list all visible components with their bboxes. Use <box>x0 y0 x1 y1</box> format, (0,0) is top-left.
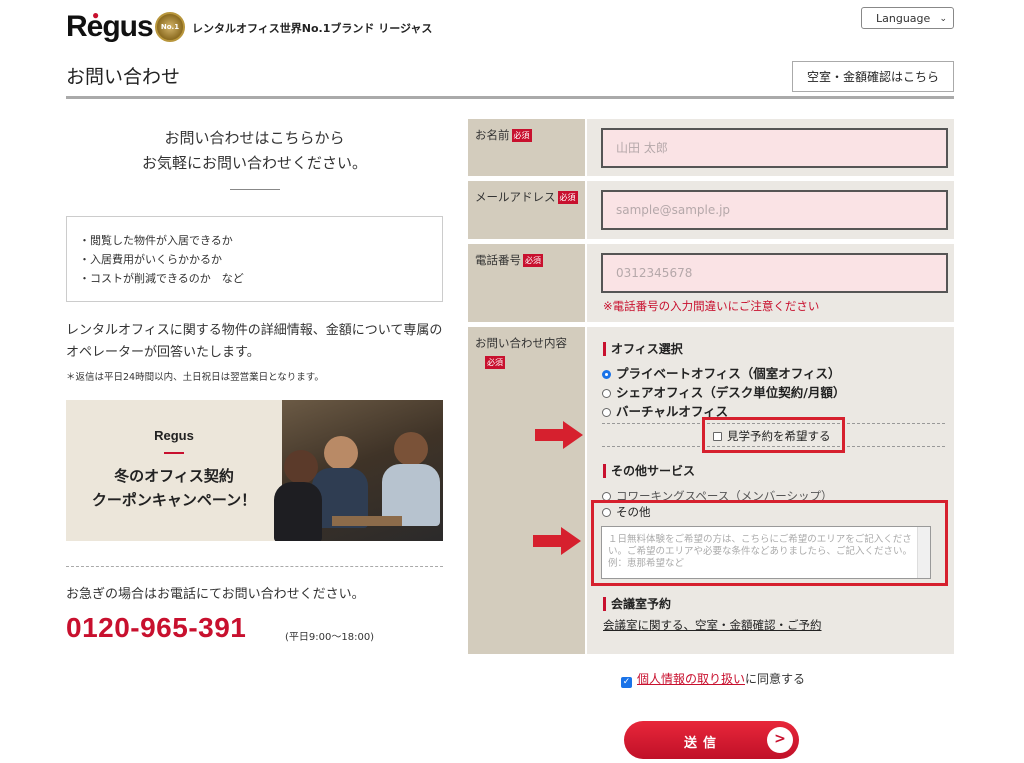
inquiry-field-cell: オフィス選択 プライベートオフィス（個室オフィス） シェアオフィス（デスク単位契… <box>587 327 954 654</box>
email-field-cell: sample@sample.jp <box>587 181 954 239</box>
banner-copy: 冬のオフィス契約 クーポンキャンペーン！ <box>66 464 282 512</box>
submit-label: 送信 <box>684 736 723 751</box>
meeting-section-title: 会議室予約 <box>603 597 671 611</box>
annotation-arrow-icon <box>535 421 583 449</box>
banner-accent-bar <box>164 452 184 454</box>
reply-note: ＊返信は平日24時間以内、土日祝日は翌営業日となります。 <box>66 372 324 383</box>
privacy-policy-link[interactable]: 個人情報の取り扱い <box>637 672 745 686</box>
tel-hint: ※電話番号の入力間違いにご注意ください <box>603 299 820 313</box>
list-item: ・入居費用がいくらかかるか <box>79 253 222 266</box>
radio-icon <box>602 408 611 417</box>
logo-dot-icon: ● <box>92 8 99 22</box>
email-input[interactable]: sample@sample.jp <box>601 190 948 230</box>
banner-photo <box>274 400 443 541</box>
radio-selected-icon <box>602 370 611 379</box>
chevron-down-icon: ⌄ <box>939 14 947 24</box>
tel-label-cell: 電話番号 必須 <box>468 244 585 322</box>
radio-label: シェアオフィス（デスク単位契約/月額） <box>616 385 846 400</box>
chevron-right-icon: > <box>767 727 793 753</box>
email-label: メールアドレス <box>475 190 556 204</box>
meeting-room-link[interactable]: 会議室に関する、空室・金額確認・ご予約 <box>603 617 822 633</box>
no1-medal-icon: No.1 <box>155 12 185 42</box>
required-badge: 必須 <box>523 254 543 267</box>
phone-hours: (平日9:00～18:00) <box>285 632 375 643</box>
intro-text: お問い合わせはこちらから お気軽にお問い合わせください。 <box>66 126 443 176</box>
brand-tagline: レンタルオフィス世界No.1ブランド リージャス <box>192 22 433 35</box>
page-title: お問い合わせ <box>66 66 181 88</box>
banner-line: 冬のオフィス契約 <box>114 467 234 485</box>
checkbox-checked-icon[interactable]: ✓ <box>621 677 632 688</box>
privacy-consent[interactable]: ✓ 個人情報の取り扱いに同意する <box>621 670 805 688</box>
list-item: ・コストが削減できるのか など <box>79 272 244 285</box>
language-label: Language <box>876 12 931 25</box>
campaign-banner[interactable]: Regus 冬のオフィス契約 クーポンキャンペーン！ <box>66 400 443 541</box>
email-label-cell: メールアドレス 必須 <box>468 181 585 239</box>
person-icon <box>394 432 428 466</box>
consent-suffix: に同意する <box>745 672 806 686</box>
title-divider <box>66 96 954 99</box>
table-shape <box>332 516 402 526</box>
radio-label: プライベートオフィス（個室オフィス） <box>616 366 841 381</box>
list-item: ・閲覧した物件が入居できるか <box>79 234 233 247</box>
regus-logo[interactable]: Regus ● <box>66 8 154 44</box>
name-field-cell: 山田 太郎 <box>587 119 954 176</box>
intro-line: お問い合わせはこちらから <box>164 129 345 147</box>
banner-text-panel: Regus 冬のオフィス契約 クーポンキャンペーン！ <box>66 400 282 541</box>
office-section-title: オフィス選択 <box>603 342 683 356</box>
phone-number-link[interactable]: 0120-965-391 <box>66 612 246 644</box>
banner-logo: Regus <box>154 428 194 443</box>
name-label-cell: お名前 必須 <box>468 119 585 176</box>
submit-button[interactable]: 送信 > <box>624 721 799 759</box>
inquiry-examples-box: ・閲覧した物件が入居できるか ・入居費用がいくらかかるか ・コストが削減できるの… <box>66 216 443 302</box>
tel-input[interactable]: 0312345678 <box>601 253 948 293</box>
person-icon <box>274 482 322 541</box>
required-badge: 必須 <box>557 191 578 204</box>
required-badge: 必須 <box>511 129 532 142</box>
vacancy-check-button[interactable]: 空室・金額確認はこちら <box>792 61 954 92</box>
person-icon <box>284 450 318 484</box>
annotation-arrow-icon <box>533 527 581 555</box>
inquiry-label-cell: お問い合わせ内容 必須 <box>468 327 585 654</box>
intro-line: お気軽にお問い合わせください。 <box>141 154 367 172</box>
inquiry-label: お問い合わせ内容 <box>475 336 567 350</box>
required-badge: 必須 <box>485 356 505 369</box>
name-label: お名前 <box>475 128 510 142</box>
other-section-title: その他サービス <box>603 464 695 478</box>
annotation-highlight-box <box>702 417 845 453</box>
tel-field-cell: 0312345678 ※電話番号の入力間違いにご注意ください <box>587 244 954 322</box>
person-icon <box>324 436 358 470</box>
radio-private-office[interactable]: プライベートオフィス（個室オフィス） <box>602 363 841 382</box>
intro-divider <box>230 189 280 190</box>
urgent-text: お急ぎの場合はお電話にてお問い合わせください。 <box>66 587 365 602</box>
annotation-highlight-box <box>591 500 948 586</box>
radio-icon <box>602 389 611 398</box>
name-input[interactable]: 山田 太郎 <box>601 128 948 168</box>
language-select[interactable]: Language ⌄ <box>861 7 954 29</box>
service-description: レンタルオフィスに関する物件の詳細情報、金額について専属のオペレーターが回答いた… <box>66 323 443 360</box>
banner-line: クーポンキャンペーン！ <box>91 491 257 509</box>
section-divider <box>66 566 443 567</box>
radio-shared-office[interactable]: シェアオフィス（デスク単位契約/月額） <box>602 382 845 401</box>
tel-label: 電話番号 <box>475 253 521 267</box>
